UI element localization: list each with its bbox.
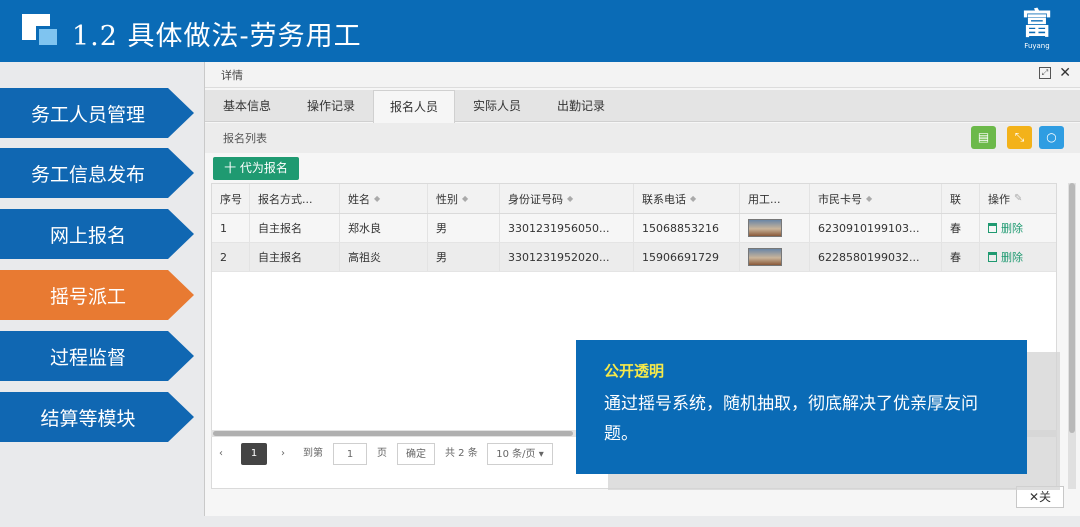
- cell-name: 郑水良: [340, 214, 428, 242]
- tab-actual-workers[interactable]: 实际人员: [455, 90, 539, 122]
- cell-gender: 男: [428, 243, 500, 271]
- tab-attendance[interactable]: 出勤记录: [539, 90, 623, 122]
- close-icon[interactable]: ✕: [1059, 65, 1071, 81]
- delete-link[interactable]: 删除: [1001, 220, 1023, 236]
- cell-contact: 春: [942, 243, 980, 271]
- sort-icon[interactable]: ◆: [690, 194, 696, 203]
- sort-icon[interactable]: ◆: [462, 194, 468, 203]
- sort-icon[interactable]: ◆: [567, 194, 573, 203]
- wrench-icon[interactable]: ✎: [1014, 193, 1022, 204]
- square-logo-icon: [22, 14, 64, 48]
- cell-action: 删除: [980, 243, 1056, 271]
- slide-title: 1.2 具体做法-劳务用工: [72, 21, 362, 52]
- cell-method: 自主报名: [250, 214, 340, 242]
- cell-action: 删除: [980, 214, 1056, 242]
- table-row[interactable]: 2 自主报名 高祖炎 男 3301231952020... 1590669172…: [212, 243, 1056, 272]
- nav-item-online-signup[interactable]: 网上报名: [0, 209, 194, 259]
- nav-item-process-supervision[interactable]: 过程监督: [0, 331, 194, 381]
- nav-item-settlement[interactable]: 结算等模块: [0, 392, 194, 442]
- current-page[interactable]: 1: [241, 443, 267, 465]
- nav-item-label: 网上报名: [49, 224, 126, 247]
- tab-operation-log[interactable]: 操作记录: [289, 90, 373, 122]
- page-size-select[interactable]: 10 条/页 ▾: [487, 443, 553, 465]
- brand-logo-icon: 富 Fuyang: [1022, 7, 1052, 51]
- nav-item-label: 摇号派工: [49, 285, 126, 308]
- column-header[interactable]: 联: [942, 184, 980, 213]
- total-count: 共 2 条: [445, 448, 478, 459]
- column-header[interactable]: 姓名 ◆: [340, 184, 428, 213]
- proxy-signup-button[interactable]: 十 代为报名: [213, 157, 299, 180]
- nav-item-label: 结算等模块: [40, 407, 136, 430]
- cell-id-number: 3301231952020...: [500, 243, 634, 271]
- refresh-icon[interactable]: ○: [1039, 126, 1064, 149]
- nav-item-lottery-dispatch[interactable]: 摇号派工: [0, 270, 194, 320]
- slide-header: 1.2 具体做法-劳务用工 富 Fuyang: [0, 0, 1080, 62]
- photo-thumbnail[interactable]: [748, 248, 782, 266]
- column-header[interactable]: 市民卡号 ◆: [810, 184, 942, 213]
- trash-icon[interactable]: [988, 252, 997, 262]
- dialog-tabs: 基本信息 操作记录 报名人员 实际人员 出勤记录: [205, 90, 1080, 123]
- page-unit: 页: [377, 448, 387, 459]
- vertical-scrollbar[interactable]: [1068, 183, 1076, 489]
- nav-item-label: 过程监督: [49, 346, 126, 369]
- export-icon[interactable]: ▤: [971, 126, 996, 149]
- goto-label: 到第: [303, 448, 323, 459]
- callout-body: 通过摇号系统，随机抽取，彻底解决了优亲厚友问题。: [604, 394, 978, 444]
- goto-page-input[interactable]: 1: [333, 443, 367, 465]
- nav-item-label: 务工人员管理: [30, 103, 145, 126]
- cell-gender: 男: [428, 214, 500, 242]
- nav-item-worker-management[interactable]: 务工人员管理: [0, 88, 194, 138]
- column-header[interactable]: 报名方式...: [250, 184, 340, 213]
- cell-card-no: 6228580199032...: [810, 243, 942, 271]
- cell-contact: 春: [942, 214, 980, 242]
- sort-icon[interactable]: ◆: [374, 194, 380, 203]
- cell-index: 2: [212, 243, 250, 271]
- cell-phone: 15068853216: [634, 214, 740, 242]
- table-header: 序号 报名方式... 姓名 ◆ 性别 ◆ 身份证号码 ◆ 联系电话 ◆ 用工... 市民…: [212, 184, 1056, 214]
- cell-index: 1: [212, 214, 250, 242]
- dialog-title: 详情: [221, 69, 243, 82]
- tab-basic-info[interactable]: 基本信息: [205, 90, 289, 122]
- sort-icon[interactable]: ◆: [866, 194, 872, 203]
- trash-icon[interactable]: [988, 223, 997, 233]
- list-title: 报名列表: [223, 132, 267, 145]
- next-page-icon[interactable]: ›: [281, 443, 285, 465]
- dialog-titlebar: 详情 ⤢ ✕: [205, 62, 1080, 88]
- callout-box: 公开透明 通过摇号系统，随机抽取，彻底解决了优亲厚友问题。: [576, 340, 1027, 474]
- pagination: ‹ 1 › 到第 1 页 确定 共 2 条 10 条/页 ▾: [211, 440, 611, 470]
- list-toolbar: 报名列表 ▤ ⤡ ○: [205, 123, 1080, 153]
- prev-page-icon[interactable]: ‹: [219, 443, 223, 465]
- column-header[interactable]: 性别 ◆: [428, 184, 500, 213]
- table-row[interactable]: 1 自主报名 郑水良 男 3301231956050... 1506885321…: [212, 214, 1056, 243]
- callout-title: 公开透明: [604, 362, 665, 380]
- cell-id-number: 3301231956050...: [500, 214, 634, 242]
- tab-applicants[interactable]: 报名人员: [373, 90, 455, 123]
- cell-card-no: 6230910199103...: [810, 214, 942, 242]
- column-header[interactable]: 身份证号码 ◆: [500, 184, 634, 213]
- goto-confirm-button[interactable]: 确定: [397, 443, 435, 465]
- nav-item-job-publish[interactable]: 务工信息发布: [0, 148, 194, 198]
- column-header: 操作 ✎: [980, 184, 1056, 213]
- cell-phone: 15906691729: [634, 243, 740, 271]
- column-header[interactable]: 用工...: [740, 184, 810, 213]
- cell-photo: [740, 243, 810, 271]
- delete-link[interactable]: 删除: [1001, 249, 1023, 265]
- cell-method: 自主报名: [250, 243, 340, 271]
- maximize-icon[interactable]: ⤢: [1039, 67, 1051, 79]
- column-header[interactable]: 联系电话 ◆: [634, 184, 740, 213]
- photo-thumbnail[interactable]: [748, 219, 782, 237]
- nav-item-label: 务工信息发布: [30, 163, 145, 186]
- column-header: 序号: [212, 184, 250, 213]
- cell-name: 高祖炎: [340, 243, 428, 271]
- cell-photo: [740, 214, 810, 242]
- expand-icon[interactable]: ⤡: [1007, 126, 1032, 149]
